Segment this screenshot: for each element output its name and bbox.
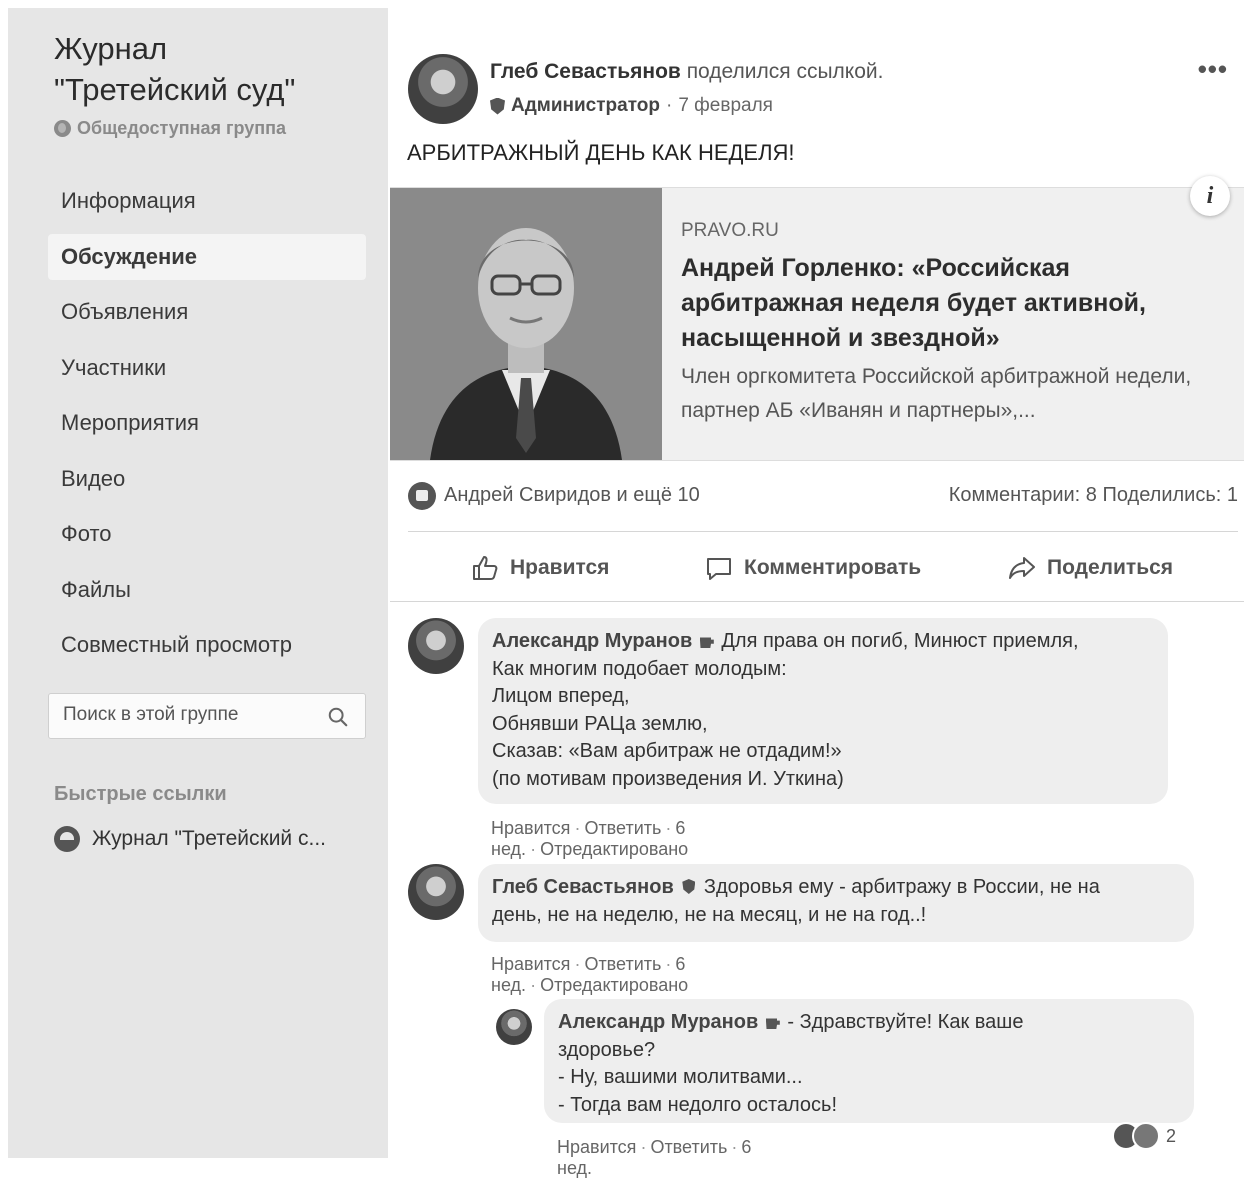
group-icon bbox=[54, 826, 80, 852]
nav-item-events[interactable]: Мероприятия bbox=[48, 400, 366, 446]
group-privacy: Общедоступная группа bbox=[54, 118, 286, 139]
globe-icon bbox=[54, 120, 71, 137]
group-title-line1: Журнал bbox=[54, 31, 168, 66]
comment-like-link[interactable]: Нравится bbox=[557, 1137, 636, 1157]
comment-button-label: Комментировать bbox=[744, 556, 922, 579]
comment-line: Лицом вперед, bbox=[492, 685, 630, 707]
like-button-label: Нравится bbox=[510, 556, 610, 579]
comment-line: день, не на неделю, не на месяц, и не на… bbox=[492, 903, 927, 926]
comment-bubble: Александр Муранов - Здравствуйте! Как ва… bbox=[544, 999, 1194, 1123]
quick-links-title: Быстрые ссылки bbox=[54, 783, 227, 805]
comments-count[interactable]: Комментарии: 8 bbox=[949, 484, 1097, 506]
like-reaction-icon bbox=[408, 482, 436, 510]
nav-item-discussion[interactable]: Обсуждение bbox=[48, 233, 366, 280]
share-icon bbox=[1009, 557, 1035, 579]
share-button-label: Поделиться bbox=[1047, 556, 1174, 579]
comment-line: - Ну, вашими молитвами... bbox=[558, 1066, 803, 1088]
link-title[interactable]: Андрей Горленко: «Российская арбитражная… bbox=[681, 251, 1221, 356]
post-counts: Комментарии: 8 Поделились: 1 bbox=[949, 484, 1238, 507]
link-preview-card[interactable]: i PRAVO.RU Андрей Горленко: «Российская … bbox=[390, 176, 1244, 461]
more-options-icon[interactable]: ••• bbox=[1198, 54, 1228, 85]
commenter-name[interactable]: Александр Муранов bbox=[492, 630, 692, 652]
post-divider bbox=[408, 531, 1238, 532]
post-text: АРБИТРАЖНЫЙ ДЕНЬ КАК НЕДЕЛЯ! bbox=[407, 140, 795, 165]
info-icon[interactable]: i bbox=[1190, 176, 1230, 216]
post-meta: Администратор · 7 февраля bbox=[490, 95, 773, 117]
link-preview-image bbox=[390, 188, 662, 460]
admin-shield-icon bbox=[490, 97, 505, 115]
comment-edited[interactable]: Отредактировано bbox=[540, 839, 688, 859]
nav-item-announcements[interactable]: Объявления bbox=[48, 289, 366, 335]
nav-item-watch-party[interactable]: Совместный просмотр bbox=[48, 622, 366, 668]
like-button[interactable]: Нравится bbox=[470, 544, 609, 592]
comment-actions: Нравится · Ответить · 6 нед. bbox=[557, 1137, 752, 1178]
comment-bubble: Глеб Севастьянов Здоровья ему - арбитраж… bbox=[478, 864, 1194, 942]
reactions-summary: Андрей Свиридов и ещё 10 Комментарии: 8 … bbox=[408, 482, 1238, 512]
comment-edited[interactable]: Отредактировано bbox=[540, 975, 688, 995]
person-photo bbox=[390, 188, 662, 460]
comments-divider bbox=[390, 601, 1244, 602]
comment-line: Для права он погиб, Минюст приемля, bbox=[721, 630, 1079, 652]
nav-item-members[interactable]: Участники bbox=[48, 345, 366, 391]
link-description: Член оргкомитета Российской арбитражной … bbox=[681, 365, 1192, 422]
nav-item-photos[interactable]: Фото bbox=[48, 511, 366, 557]
comment-line: Сказав: «Вам арбитраж не отдадим!» bbox=[492, 740, 842, 762]
shares-count[interactable]: Поделились: 1 bbox=[1102, 484, 1238, 506]
post-date[interactable]: 7 февраля bbox=[678, 95, 773, 117]
commenter-avatar[interactable] bbox=[408, 618, 464, 674]
comment-like-link[interactable]: Нравится bbox=[491, 818, 570, 838]
comment-line: здоровье? bbox=[558, 1038, 656, 1061]
post-author-name[interactable]: Глеб Севастьянов bbox=[490, 60, 681, 83]
group-title[interactable]: Журнал "Третейский суд" bbox=[54, 28, 295, 110]
commenter-name[interactable]: Глеб Севастьянов bbox=[492, 876, 674, 898]
thumbs-up-icon bbox=[473, 556, 498, 580]
link-source: PRAVO.RU bbox=[681, 220, 779, 241]
quick-link-group[interactable]: Журнал "Третейский с... bbox=[54, 826, 326, 852]
comment-bubble: Александр Муранов Для права он погиб, Ми… bbox=[478, 618, 1168, 804]
group-search bbox=[48, 693, 366, 739]
post-actions: Нравится Комментировать Поделиться bbox=[390, 544, 1244, 592]
commenter-avatar[interactable] bbox=[408, 864, 464, 920]
nav-item-videos[interactable]: Видео bbox=[48, 456, 366, 502]
privacy-label: Общедоступная группа bbox=[77, 118, 287, 138]
coffee-cup-icon bbox=[699, 637, 714, 648]
coffee-cup-icon bbox=[765, 1018, 780, 1029]
comment-line: Здоровья ему - арбитражу в России, не на bbox=[703, 876, 1100, 898]
care-reaction-icon bbox=[1132, 1122, 1160, 1150]
reaction-count: 2 bbox=[1166, 1125, 1177, 1146]
comment-line: Обнявши РАЦа землю, bbox=[492, 712, 708, 735]
nav-item-info[interactable]: Информация bbox=[48, 178, 366, 224]
search-icon[interactable] bbox=[327, 706, 349, 728]
commenter-name[interactable]: Александр Муранов bbox=[558, 1011, 758, 1033]
comment-reply-link[interactable]: Ответить bbox=[584, 954, 661, 974]
comment-like-link[interactable]: Нравится bbox=[491, 954, 570, 974]
comment-reactions[interactable]: 2 bbox=[1112, 1122, 1176, 1150]
group-search-input[interactable] bbox=[61, 703, 315, 727]
comment-reply-link[interactable]: Ответить bbox=[584, 818, 661, 838]
group-post: Глеб Севастьянов поделился ссылкой. Адми… bbox=[390, 34, 1244, 1178]
group-sidebar: Журнал "Третейский суд" Общедоступная гр… bbox=[8, 8, 388, 1158]
post-author-line: Глеб Севастьянов поделился ссылкой. bbox=[490, 60, 883, 84]
nav-item-files[interactable]: Файлы bbox=[48, 567, 366, 613]
comment-button[interactable]: Комментировать bbox=[704, 544, 921, 592]
comment-actions: Нравится · Ответить · 6 нед. · Отредактировано bbox=[491, 818, 689, 859]
quick-link-label: Журнал "Третейский с... bbox=[92, 827, 327, 850]
comment-actions: Нравится · Ответить · 6 нед. · Отредактировано bbox=[491, 954, 689, 995]
meta-separator: · bbox=[666, 95, 673, 116]
post-action: поделился ссылкой. bbox=[686, 60, 884, 83]
group-nav: Информация Обсуждение Объявления Участни… bbox=[48, 178, 366, 678]
comment-line: - Тогда вам недолго осталось! bbox=[558, 1093, 838, 1116]
admin-shield-icon bbox=[682, 879, 696, 894]
commenter-avatar[interactable] bbox=[496, 1009, 532, 1045]
reaction-names[interactable]: Андрей Свиридов и ещё 10 bbox=[444, 484, 700, 507]
comment-line: - Здравствуйте! Как ваше bbox=[787, 1011, 1024, 1033]
comment-reply-link[interactable]: Ответить bbox=[650, 1137, 727, 1157]
comment-line: Как многим подобает молодым: bbox=[492, 657, 787, 680]
post-author-role: Администратор bbox=[511, 95, 660, 116]
group-title-line2: "Третейский суд" bbox=[54, 72, 296, 107]
comment-line: (по мотивам произведения И. Уткина) bbox=[492, 767, 844, 790]
share-button[interactable]: Поделиться bbox=[1007, 544, 1173, 592]
comment-icon bbox=[707, 558, 731, 580]
author-avatar[interactable] bbox=[408, 54, 478, 124]
